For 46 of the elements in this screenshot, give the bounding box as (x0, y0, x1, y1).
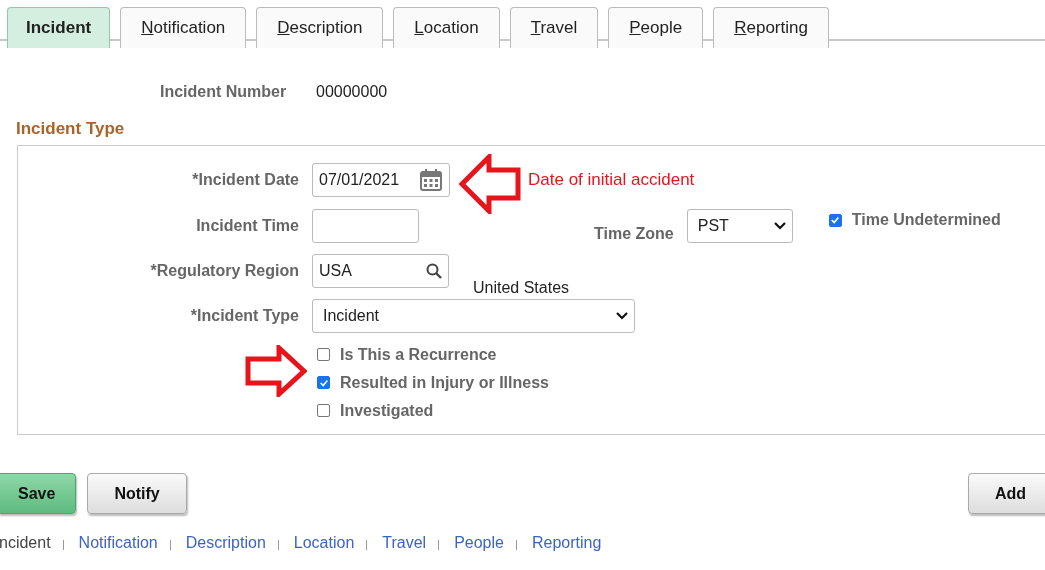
checkbox[interactable] (317, 404, 330, 417)
checkbox-label: Resulted in Injury or Illness (340, 373, 549, 392)
page-link[interactable]: People (454, 534, 504, 552)
page-link[interactable]: Location (293, 534, 355, 552)
tab[interactable]: People (608, 7, 704, 48)
page-link[interactable]: Travel (382, 534, 427, 552)
incident-number-value: 00000000 (316, 83, 388, 101)
tab[interactable]: Location (393, 7, 500, 48)
tab[interactable]: Travel (509, 7, 599, 48)
add-button[interactable]: Add (967, 473, 1045, 514)
checkbox-label: Is This a Recurrence (340, 345, 497, 364)
time-field[interactable] (312, 208, 419, 243)
checkbox[interactable] (317, 376, 330, 389)
tab[interactable]: Notification (120, 7, 247, 48)
notify-button[interactable]: Notify (87, 473, 187, 514)
region-description: United States (473, 278, 570, 297)
chevron-down-icon[interactable] (773, 221, 786, 230)
section-title: Incident Type (16, 119, 126, 140)
search-icon[interactable] (426, 262, 442, 279)
current-page-label: ncident (0, 534, 51, 552)
checkbox-label: Investigated (340, 401, 434, 420)
time-zone-dropdown[interactable]: PST (686, 208, 793, 243)
chevron-down-icon[interactable] (616, 311, 628, 320)
field-label: Incident Time (195, 216, 300, 235)
checkbox[interactable] (317, 348, 330, 361)
arrow-icon (459, 154, 521, 214)
page-link[interactable]: Notification (78, 534, 158, 552)
tab[interactable]: Incident (7, 7, 111, 48)
page-link[interactable]: Reporting (531, 534, 602, 552)
region-field[interactable]: USA (312, 253, 449, 288)
field-label: *Incident Type (189, 306, 300, 325)
annotation-text: Date of initial accident (528, 170, 695, 190)
calendar-icon[interactable] (419, 168, 443, 192)
checkbox-label: Time Undetermined (851, 211, 1001, 229)
field-label: *Incident Date (191, 171, 300, 189)
date-field[interactable]: 07/01/2021 (312, 163, 450, 197)
page-link[interactable]: Description (185, 534, 266, 552)
arrow-icon (245, 345, 307, 397)
checkbox[interactable] (828, 213, 842, 227)
save-button[interactable]: Save (0, 473, 77, 514)
field-label: Time Zone (594, 224, 674, 243)
tab[interactable]: Reporting (713, 7, 829, 48)
field-label: *Regulatory Region (149, 261, 300, 280)
incident-type-dropdown[interactable]: Incident (312, 298, 635, 333)
tab[interactable]: Description (256, 7, 384, 48)
incident-number-label: Incident Number (160, 83, 288, 101)
